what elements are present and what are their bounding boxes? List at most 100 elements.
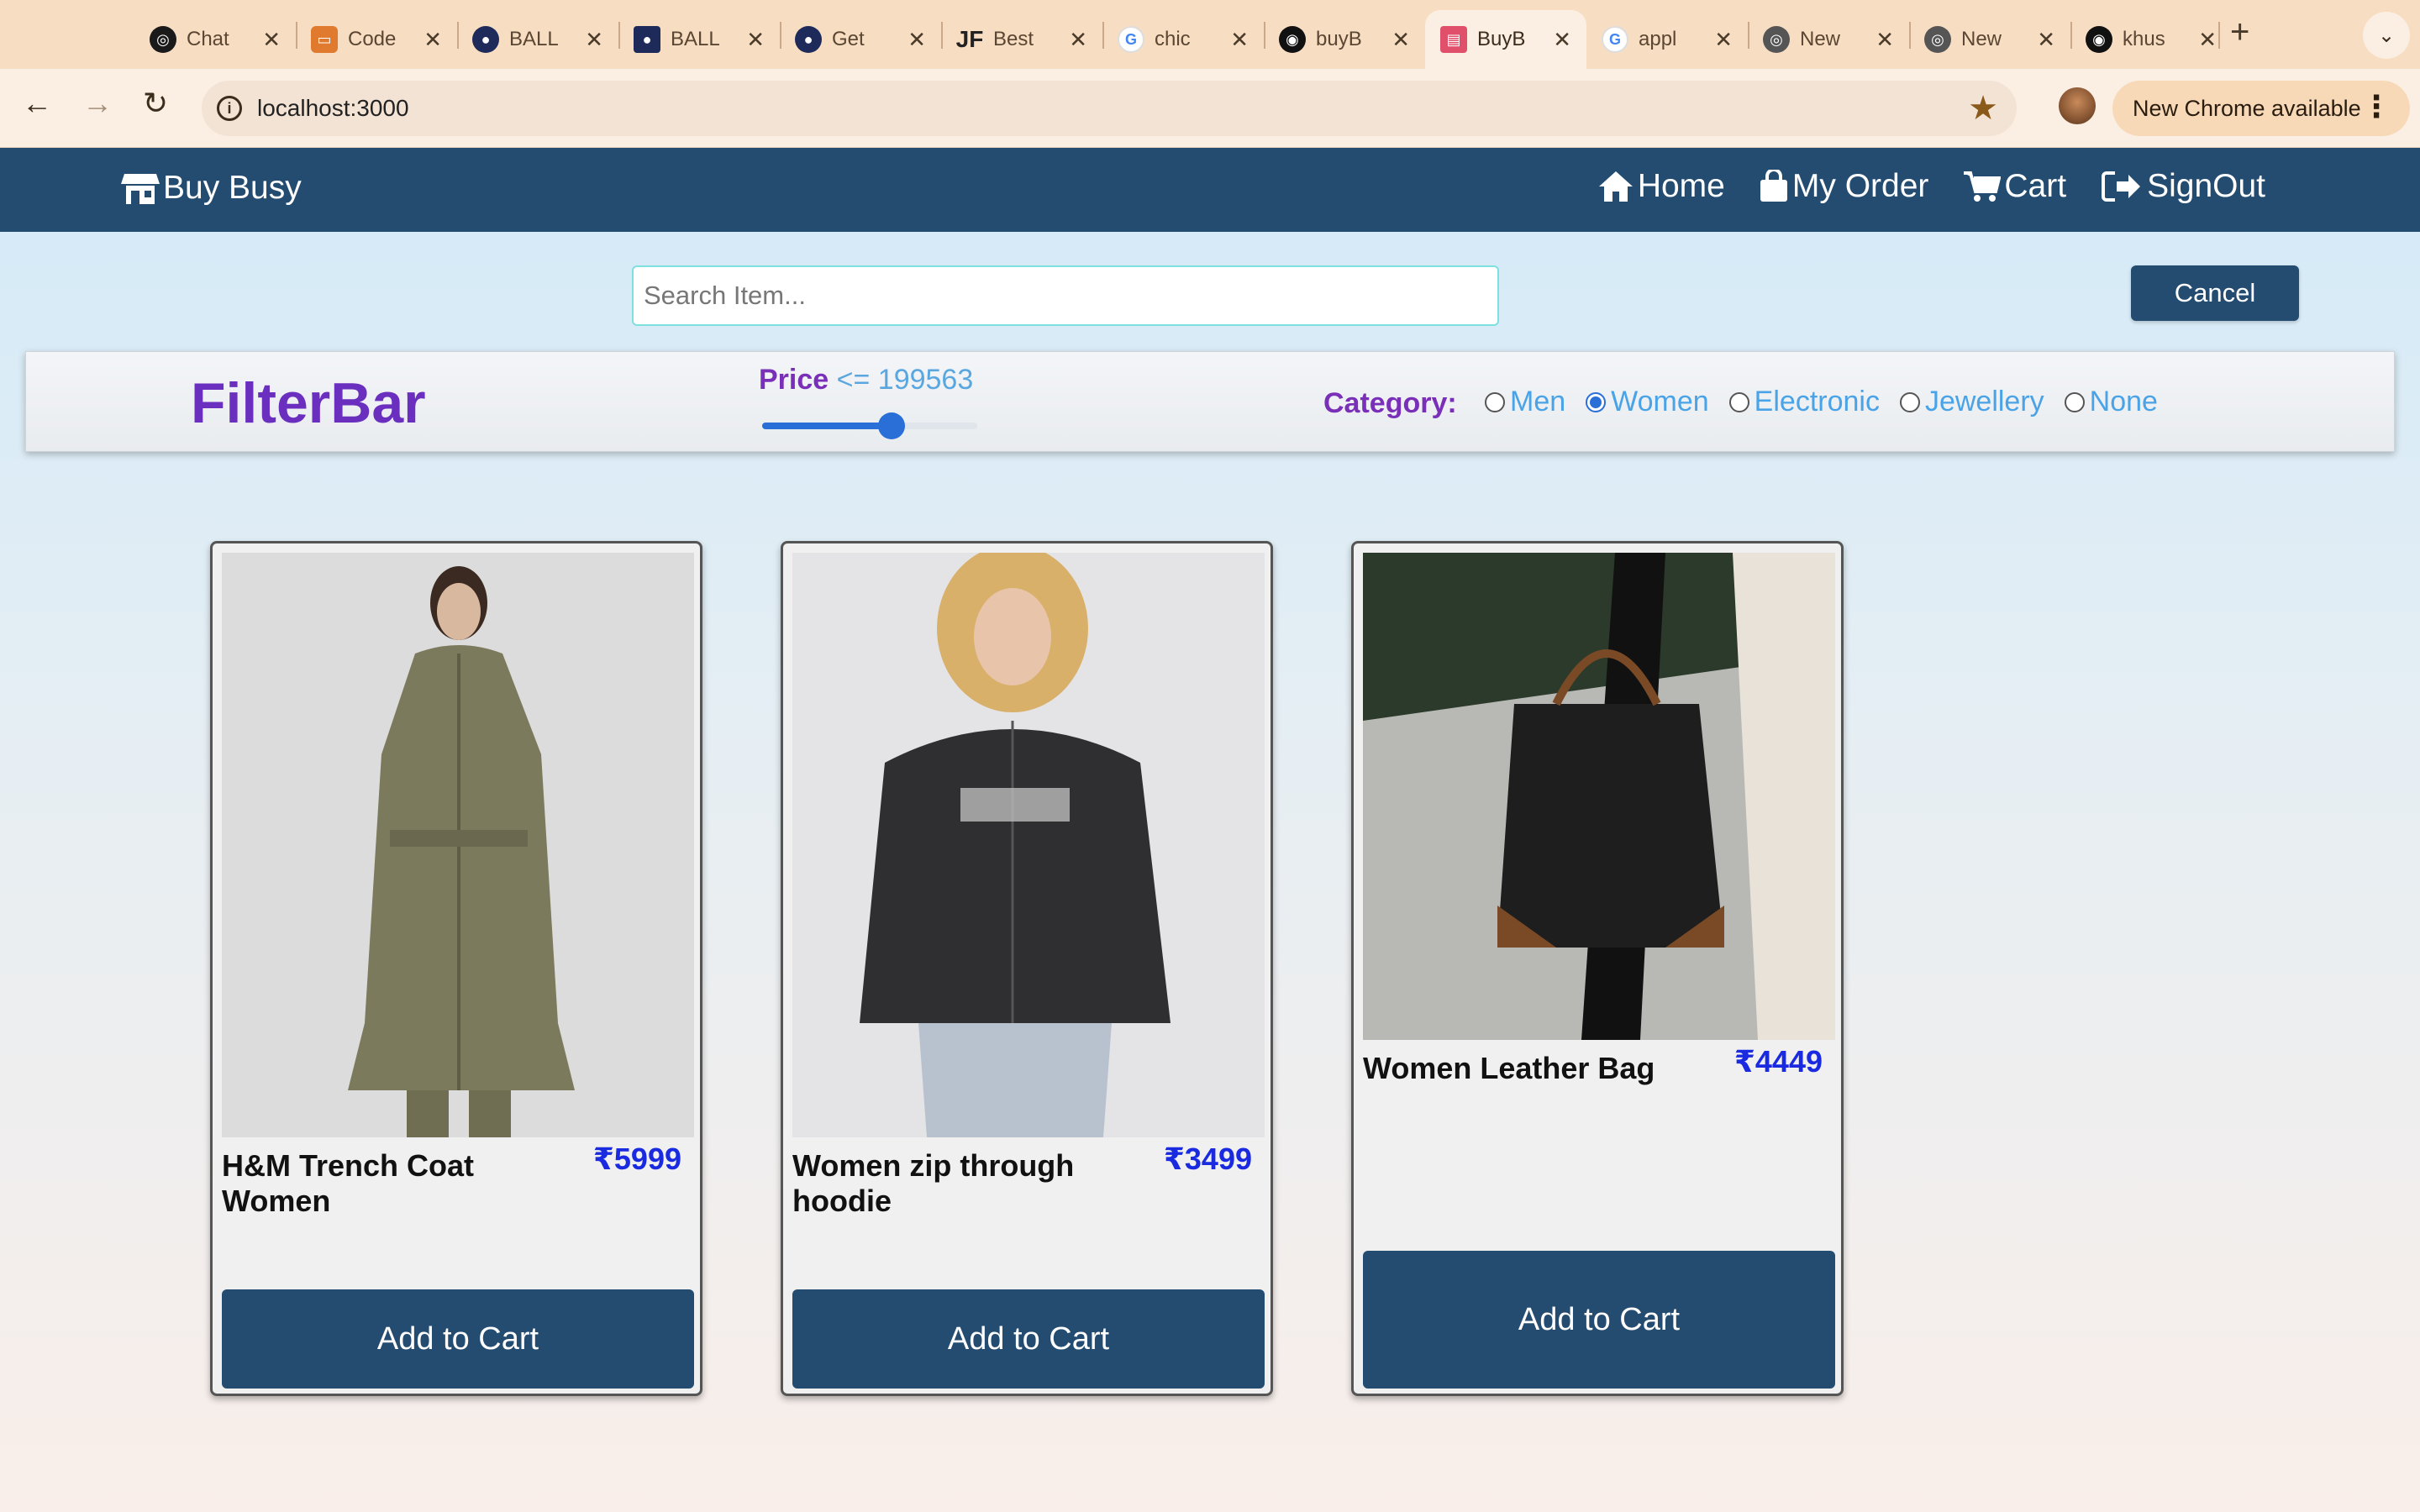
- close-icon[interactable]: ✕: [1553, 27, 1571, 53]
- nav-links: Home My Order Cart SignOut: [1597, 168, 2265, 205]
- product-price: ₹5999: [592, 1142, 681, 1176]
- close-icon[interactable]: ✕: [1069, 27, 1087, 53]
- radio-button[interactable]: [1728, 391, 1749, 412]
- tab-ball-2[interactable]: ● BALL ✕: [618, 10, 780, 69]
- tab-khus[interactable]: ◉ khus ✕: [2070, 10, 2232, 69]
- tab-label: appl: [1639, 28, 1677, 50]
- nav-my-order[interactable]: My Order: [1759, 168, 1929, 205]
- add-to-cart-button[interactable]: Add to Cart: [222, 1289, 694, 1389]
- reload-icon[interactable]: ↻: [143, 86, 168, 121]
- close-icon[interactable]: ✕: [1876, 27, 1894, 53]
- price-slider[interactable]: [762, 412, 977, 439]
- tab-label: Code: [348, 28, 397, 50]
- product-price: ₹4449: [1733, 1044, 1823, 1079]
- tab-label: New: [1800, 28, 1841, 50]
- tab-buyb-github[interactable]: ◉ buyB ✕: [1264, 10, 1425, 69]
- nav-cart-label: Cart: [2004, 168, 2067, 204]
- tab-ball-1[interactable]: ● BALL ✕: [457, 10, 618, 69]
- close-icon[interactable]: ✕: [1714, 27, 1733, 53]
- tab-chic[interactable]: G chic ✕: [1102, 10, 1264, 69]
- price-filter-label: Price <= 199563: [759, 364, 973, 396]
- back-arrow-icon[interactable]: ←: [22, 86, 52, 121]
- tab-new-2[interactable]: ◎ New ✕: [1909, 10, 2070, 69]
- more-menu-icon[interactable]: ⋮: [2361, 89, 2391, 124]
- price-slider-thumb[interactable]: [877, 412, 905, 439]
- cancel-button[interactable]: Cancel: [2131, 265, 2299, 321]
- close-icon[interactable]: ✕: [908, 27, 926, 53]
- chrome-icon: ◎: [1763, 26, 1790, 53]
- new-tab-plus-icon[interactable]: +: [2230, 13, 2249, 51]
- forward-arrow-icon[interactable]: →: [82, 86, 113, 121]
- brand-name: Buy Busy: [163, 170, 302, 206]
- bookmark-star-icon[interactable]: ★: [1968, 89, 1998, 128]
- tab-get[interactable]: ● Get ✕: [780, 10, 941, 69]
- category-options: Men Women Electronic Jewellery None: [1485, 386, 2158, 418]
- tab-label: buyB: [1316, 28, 1362, 50]
- close-icon[interactable]: ✕: [746, 27, 765, 53]
- codeium-icon: ▭: [311, 26, 338, 53]
- tab-code[interactable]: ▭ Code ✕: [296, 10, 457, 69]
- tab-best[interactable]: JF Best ✕: [941, 10, 1102, 69]
- nav-signout-label: SignOut: [2147, 168, 2265, 204]
- price-value: <= 199563: [836, 364, 974, 396]
- close-icon[interactable]: ✕: [2198, 27, 2217, 53]
- tab-label: New: [1961, 28, 2002, 50]
- profile-avatar[interactable]: [2059, 87, 2096, 124]
- close-icon[interactable]: ✕: [424, 27, 442, 53]
- tab-buyb-active[interactable]: ▤ BuyB ✕: [1425, 10, 1586, 69]
- brand-link[interactable]: Buy Busy: [121, 170, 302, 207]
- close-icon[interactable]: ✕: [262, 27, 281, 53]
- tab-appl[interactable]: G appl ✕: [1586, 10, 1748, 69]
- add-to-cart-button[interactable]: Add to Cart: [1363, 1251, 1835, 1389]
- nav-home[interactable]: Home: [1597, 168, 1725, 205]
- tab-chat[interactable]: ◎ Chat ✕: [134, 10, 296, 69]
- hoodie-image: [792, 553, 1265, 1137]
- tab-label: BALL: [671, 28, 720, 50]
- price-slider-fill: [762, 423, 892, 429]
- info-icon[interactable]: i: [217, 96, 242, 121]
- product-price: ₹3499: [1163, 1142, 1252, 1176]
- update-label: New Chrome available: [2133, 95, 2361, 121]
- category-label: Category:: [1323, 387, 1457, 419]
- radio-button[interactable]: [2064, 391, 2085, 412]
- leather-bag-image: [1363, 553, 1835, 1040]
- search-input[interactable]: [632, 265, 1499, 326]
- chrome-update-button[interactable]: New Chrome available ⋮: [2112, 81, 2410, 136]
- radio-button[interactable]: [1586, 391, 1607, 412]
- close-icon[interactable]: ✕: [2037, 27, 2055, 53]
- category-option-none[interactable]: None: [2064, 386, 2158, 418]
- product-card: Women zip through hoodie ₹3499 Add to Ca…: [781, 541, 1273, 1396]
- category-option-electronic[interactable]: Electronic: [1728, 386, 1880, 418]
- close-icon[interactable]: ✕: [1392, 27, 1410, 53]
- tab-label: khus: [2123, 28, 2165, 50]
- tab-label: BuyB: [1477, 28, 1526, 50]
- nav-my-order-label: My Order: [1791, 168, 1929, 204]
- radio-button[interactable]: [1899, 391, 1920, 412]
- address-bar[interactable]: i localhost:3000 ★: [202, 81, 2017, 136]
- close-icon[interactable]: ✕: [585, 27, 603, 53]
- nav-cart[interactable]: Cart: [1962, 168, 2066, 205]
- category-option-label: Electronic: [1754, 386, 1880, 417]
- tab-new-1[interactable]: ◎ New ✕: [1748, 10, 1909, 69]
- store-icon: [121, 174, 160, 204]
- openai-icon: ◎: [150, 26, 176, 53]
- shopping-bag-icon: [1760, 170, 1787, 202]
- tab-label: Best: [993, 28, 1034, 50]
- tab-strip: ◎ Chat ✕ ▭ Code ✕ ● BALL ✕ ● BALL ✕ ● Ge…: [0, 0, 2420, 69]
- ball-logo-icon: ●: [795, 26, 822, 53]
- add-to-cart-button[interactable]: Add to Cart: [792, 1289, 1265, 1389]
- category-option-jewellery[interactable]: Jewellery: [1899, 386, 2044, 418]
- product-name: Women zip through hoodie: [792, 1148, 1075, 1218]
- nav-signout[interactable]: SignOut: [2100, 168, 2265, 205]
- close-icon[interactable]: ✕: [1230, 27, 1249, 53]
- category-option-label: Jewellery: [1924, 386, 2044, 417]
- tab-label: Chat: [187, 28, 229, 50]
- chevron-down-icon[interactable]: ⌄: [2363, 12, 2410, 59]
- category-option-men[interactable]: Men: [1485, 386, 1565, 418]
- home-icon: [1598, 171, 1633, 202]
- category-option-label: Women: [1611, 386, 1709, 417]
- shop-icon: ▤: [1440, 26, 1467, 53]
- radio-button[interactable]: [1485, 391, 1505, 412]
- tab-label: BALL: [509, 28, 559, 50]
- category-option-women[interactable]: Women: [1586, 386, 1709, 418]
